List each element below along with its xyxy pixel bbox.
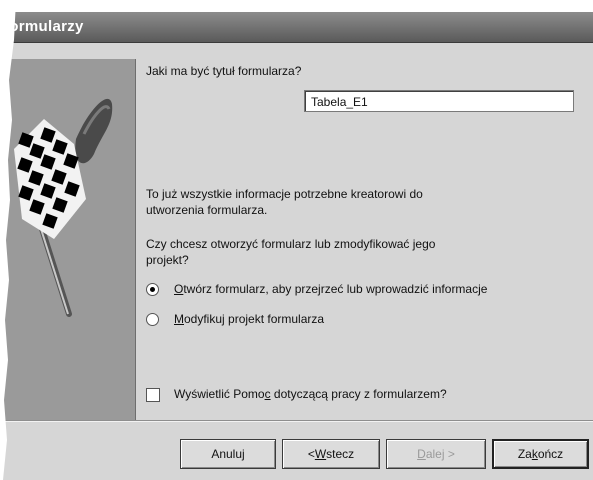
- button-separator: [0, 420, 593, 422]
- modify-form-label-text: odyfikuj projekt formularza: [184, 312, 325, 326]
- back-button-text: stecz: [326, 447, 355, 461]
- next-button-accesskey: D: [417, 447, 426, 461]
- next-button-text: alej >: [425, 447, 455, 461]
- back-button-prefix: <: [307, 447, 315, 461]
- open-form-radio[interactable]: [146, 283, 159, 296]
- open-form-label[interactable]: Otwórz formularz, aby przejrzeć lub wpro…: [174, 282, 487, 296]
- wizard-graphic-panel: [0, 59, 136, 420]
- finish-button-prefix: Za: [517, 447, 532, 461]
- help-label-prefix: Wyświetlić Pomo: [174, 387, 265, 401]
- checkered-flag-icon: [14, 98, 113, 317]
- help-label[interactable]: Wyświetlić Pomoc dotyczącą pracy z formu…: [174, 387, 447, 401]
- info-text: To już wszystkie informacje potrzebne kr…: [146, 187, 423, 217]
- finish-button[interactable]: Za k ończ: [492, 439, 589, 469]
- open-form-label-text: twórz formularz, aby przejrzeć lub wprow…: [183, 282, 488, 296]
- help-checkbox[interactable]: [146, 388, 160, 402]
- title-bar[interactable]: formularzy: [0, 12, 593, 43]
- modify-form-label[interactable]: Modyfikuj projekt formularza: [174, 312, 324, 326]
- back-button[interactable]: < Wstecz: [282, 439, 380, 469]
- open-modify-question: Czy chcesz otworzyć formularz lub zmodyf…: [146, 237, 436, 267]
- modify-form-accesskey: M: [174, 312, 184, 326]
- torn-paper-edge: [0, 0, 16, 480]
- finish-button-text: ończ: [537, 447, 564, 461]
- top-margin: [0, 0, 593, 12]
- title-question-label: Jaki ma być tytuł formularza?: [146, 64, 302, 78]
- form-title-input[interactable]: Tabela_E1: [304, 90, 574, 112]
- form-wizard-dialog: formularzy Jaki ma być tytuł formularza?…: [0, 0, 593, 480]
- cancel-button[interactable]: Anuluj: [180, 439, 276, 469]
- back-button-accesskey: W: [314, 447, 327, 461]
- open-form-accesskey: O: [174, 282, 184, 296]
- modify-form-radio[interactable]: [146, 313, 159, 326]
- help-label-suffix: dotyczącą pracy z formularzem?: [270, 387, 447, 401]
- next-button[interactable]: Dalej >: [386, 439, 486, 469]
